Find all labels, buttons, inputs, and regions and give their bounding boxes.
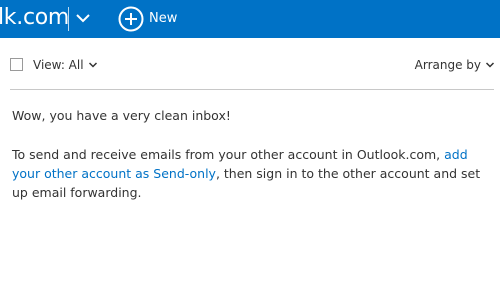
header-divider: [68, 7, 69, 31]
brand-logo-text[interactable]: lk.com: [0, 4, 69, 32]
arrange-by-label: Arrange by: [414, 58, 481, 72]
toolbar-divider: [10, 89, 494, 90]
top-bar: lk.com New: [0, 0, 500, 38]
new-button-label: New: [149, 11, 178, 26]
select-all-checkbox[interactable]: [10, 58, 23, 71]
new-message-button[interactable]: New: [118, 6, 177, 32]
message-text-before: To send and receive emails from your oth…: [12, 147, 445, 162]
plus-circle-icon: [118, 6, 144, 32]
view-filter-dropdown[interactable]: View: All: [33, 56, 98, 74]
empty-inbox-message: To send and receive emails from your oth…: [12, 145, 492, 202]
chevron-down-icon: [88, 62, 97, 68]
view-filter-label: View: All: [33, 58, 84, 72]
arrange-by-dropdown[interactable]: Arrange by: [415, 56, 495, 74]
empty-inbox-title: Wow, you have a very clean inbox!: [12, 108, 231, 123]
chevron-down-icon: [76, 14, 90, 23]
chevron-down-icon: [485, 62, 495, 68]
message-list-toolbar: View: All Arrange by: [0, 54, 500, 78]
app-menu-button[interactable]: [74, 9, 92, 27]
